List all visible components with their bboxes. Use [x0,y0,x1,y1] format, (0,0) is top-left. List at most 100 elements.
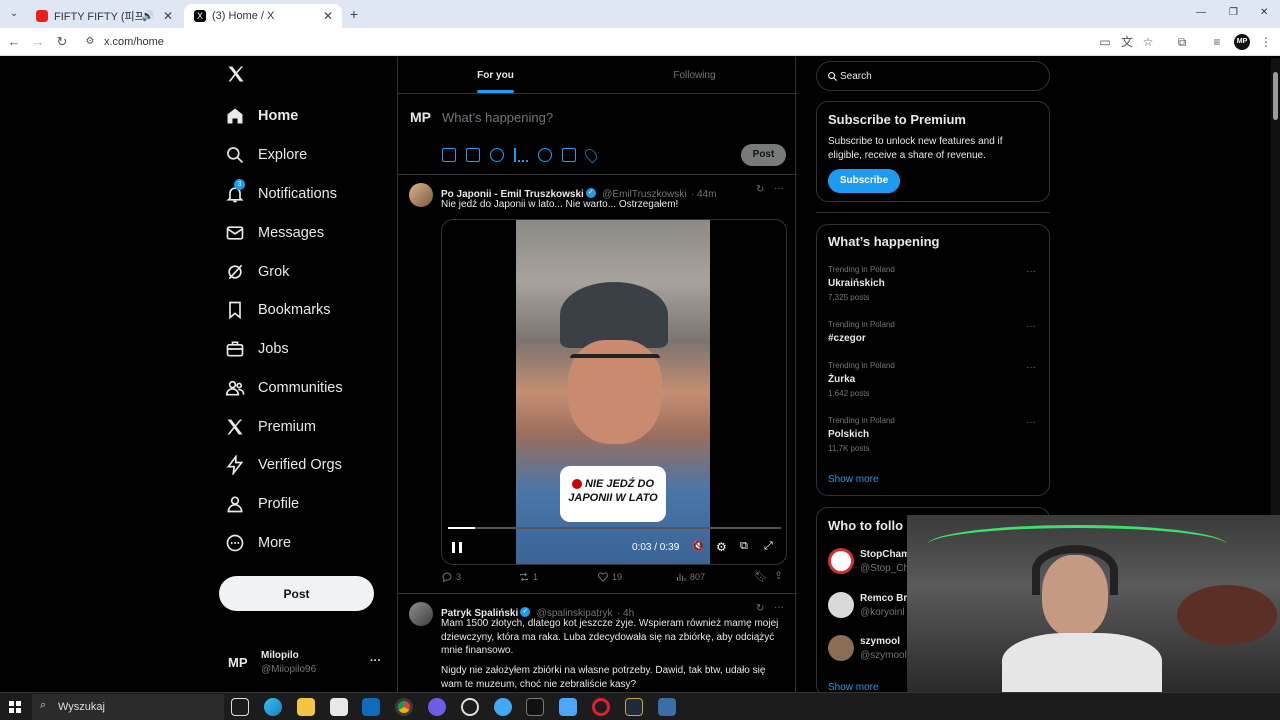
grok-icon[interactable]: ↻ [756,603,764,614]
nav-home[interactable]: Home [224,99,298,133]
more-icon[interactable]: ··· [774,183,784,194]
pip-icon[interactable]: ⧉ [740,540,748,553]
follow-suggestion[interactable]: szymool @szymool [828,635,908,663]
fullscreen-icon[interactable]: ⤢ [764,540,773,553]
poll-icon[interactable] [514,148,528,162]
show-more-link[interactable]: Show more [828,474,879,485]
app-icon[interactable] [658,698,676,716]
gif-icon[interactable] [466,148,480,162]
reading-list-icon[interactable]: ≡ [1209,34,1225,50]
more-icon[interactable]: ··· [1026,417,1036,428]
edge-icon[interactable] [264,698,282,716]
task-view-icon[interactable] [231,698,249,716]
account-switcher[interactable]: MP Milopilo @Milopilo96 ··· [224,646,384,682]
bookmark-icon[interactable]: 🔖︎ [754,570,768,583]
nav-messages[interactable]: Messages [224,216,324,250]
follow-suggestion[interactable]: Remco Br @koryoinl [828,592,908,620]
reload-icon[interactable]: ↻ [54,34,70,50]
browser-tab-x[interactable]: X (3) Home / X ✕ [184,4,342,28]
app-icon[interactable] [461,698,479,716]
more-icon[interactable]: ··· [1026,362,1036,373]
new-tab-button[interactable]: + [346,6,362,22]
share-icon[interactable]: ⇪ [774,569,783,582]
browser-tab-youtube[interactable]: FIFTY FIFTY (피프티피프티) ... 🔊 ✕ [26,4,182,28]
nav-notifications[interactable]: 3 Notifications [224,177,337,211]
tweet[interactable]: Po Japonii - Emil Truszkowski ✓ @EmilTrus… [398,175,797,593]
subscribe-button[interactable]: Subscribe [828,169,900,193]
schedule-icon[interactable] [562,148,576,162]
app-icon[interactable] [494,698,512,716]
nav-explore[interactable]: Explore [224,138,307,172]
grok-icon[interactable]: ↻ [756,184,764,195]
back-icon[interactable]: ← [6,34,22,50]
video-player[interactable]: NIE JEDŹ DO JAPONII W LATO 0:03 / 0:39 🔇… [441,219,787,565]
tab-following[interactable]: Following [597,57,792,93]
app-icon[interactable] [428,698,446,716]
repost-button[interactable]: 1 [518,571,538,583]
trend-item[interactable]: Trending in Poland Ukraińskich 7,325 pos… [828,265,1038,302]
trend-item[interactable]: Trending in Poland #czegor [828,320,1038,344]
outlook-icon[interactable] [362,698,380,716]
tab-for-you[interactable]: For you [398,57,593,93]
translate-icon[interactable]: 文 [1119,34,1135,50]
more-icon[interactable]: ··· [1026,266,1036,277]
browser-profile-avatar[interactable]: MP [1234,34,1250,50]
extensions-icon[interactable]: ⧉ [1174,34,1190,50]
x-logo[interactable] [226,64,248,88]
more-icon[interactable]: ··· [1026,321,1036,332]
more-icon[interactable]: ··· [774,602,784,613]
nav-bookmarks[interactable]: Bookmarks [224,293,331,327]
forward-icon[interactable]: → [30,34,46,50]
search-input[interactable]: Search [816,61,1050,91]
emoji-icon[interactable] [538,148,552,162]
league-icon[interactable] [625,698,643,716]
close-tab-icon[interactable]: ✕ [160,9,176,23]
url-field[interactable]: x.com/home [104,36,164,48]
nav-verified-orgs[interactable]: Verified Orgs [224,448,342,482]
tweet[interactable]: Patryk Spaliński ✓ @spalinskipatryk · 4h … [398,594,797,692]
opera-icon[interactable] [592,698,610,716]
cast-icon[interactable]: ▭ [1097,34,1113,50]
tab-search-button[interactable]: ⌄ [6,6,22,22]
like-button[interactable]: 19 [597,571,622,583]
nav-more[interactable]: More [224,526,291,560]
reply-button[interactable]: 3 [441,571,461,583]
image-icon[interactable] [442,148,456,162]
nav-jobs[interactable]: Jobs [224,332,289,366]
nav-grok[interactable]: Grok [224,255,289,289]
minimize-button[interactable]: — [1196,7,1206,18]
post-button[interactable]: Post [219,576,374,611]
restore-button[interactable]: ❐ [1229,7,1238,18]
avatar[interactable] [409,602,433,626]
nav-premium[interactable]: Premium [224,410,316,444]
compose-post-button[interactable]: Post [741,144,786,166]
close-window-button[interactable]: ✕ [1260,7,1268,18]
avatar[interactable] [409,183,433,207]
scrollbar-thumb[interactable] [1273,72,1278,120]
video-progress-track[interactable] [448,527,781,529]
more-icon[interactable]: ··· [370,655,381,667]
pause-icon[interactable] [452,542,462,553]
terminal-icon[interactable] [526,698,544,716]
close-tab-icon[interactable]: ✕ [320,9,336,23]
follow-suggestion[interactable]: StopCham @Stop_Ch [828,548,910,576]
store-icon[interactable] [330,698,348,716]
app-icon[interactable] [559,698,577,716]
views-button[interactable]: 807 [675,571,705,583]
trend-item[interactable]: Trending in Poland Polskich 11.7K posts [828,416,1038,453]
mute-icon[interactable]: 🔇 [692,541,704,552]
site-info-icon[interactable]: ⚙ [82,34,98,50]
grok-compose-icon[interactable] [490,148,504,162]
chrome-icon[interactable] [395,698,413,716]
trend-item[interactable]: Trending in Poland Żurka 1,642 posts [828,361,1038,398]
nav-profile[interactable]: Profile [224,487,299,521]
compose-input[interactable]: What’s happening? [442,110,553,125]
windows-start-icon[interactable] [9,701,21,713]
taskbar-search[interactable]: ⌕ Wyszukaj [32,694,224,720]
file-explorer-icon[interactable] [297,698,315,716]
location-icon[interactable] [582,146,600,164]
nav-communities[interactable]: Communities [224,371,343,405]
star-icon[interactable]: ☆ [1140,34,1156,50]
menu-icon[interactable]: ⋮ [1258,34,1274,50]
settings-icon[interactable]: ⚙ [716,540,727,554]
